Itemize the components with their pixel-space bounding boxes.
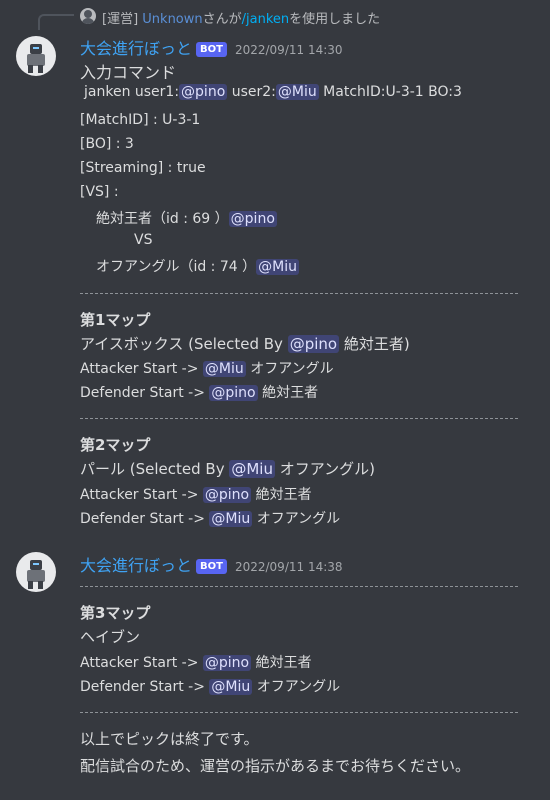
- attacker-team: 絶対王者: [251, 487, 312, 503]
- attacker-label: Attacker Start ->: [80, 655, 203, 671]
- defender-team: 絶対王者: [257, 385, 319, 401]
- map2-team: オフアングル): [274, 460, 376, 478]
- input-label: 入力コマンド: [80, 63, 177, 82]
- end-message-2: 配信試合のため、運営の指示があるまでお待ちください。: [80, 757, 471, 775]
- robot-leg: [38, 581, 43, 589]
- map2-attacker-line: Attacker Start -> @pino 絶対王者: [80, 484, 312, 504]
- robot-leg: [38, 65, 43, 73]
- reply-text: [運営] Unknownさんが/jankenを使用しました: [102, 8, 380, 27]
- end-message-1: 以上でピックは終了です。: [80, 730, 259, 748]
- streaming-line: [Streaming] : true: [80, 160, 206, 176]
- matchid-line: [MatchID] : U-3-1: [80, 112, 201, 128]
- robot-icon: [30, 44, 42, 54]
- map2-title: 第2マップ: [80, 436, 151, 454]
- vs-label: [VS] :: [80, 184, 119, 200]
- map1-team: 絶対王者): [339, 335, 410, 353]
- bot-avatar[interactable]: [16, 36, 56, 76]
- robot-icon: [30, 560, 42, 570]
- attacker-team: 絶対王者: [251, 655, 312, 671]
- reply-avatar[interactable]: [80, 8, 96, 24]
- separator: [80, 586, 518, 587]
- reply-suffix: を使用しました: [289, 12, 381, 27]
- team1-name: 絶対王者（id : 69 ）: [96, 211, 229, 227]
- command-line: janken user1: @pino user2: @Miu MatchID:U-…: [84, 84, 462, 100]
- mention-miu[interactable]: @Miu: [209, 679, 253, 695]
- defender-label: Defender Start ->: [80, 511, 210, 527]
- bot-badge: BOT: [196, 42, 227, 57]
- mention-miu[interactable]: @Miu: [275, 84, 319, 100]
- attacker-team: オフアングル: [245, 361, 334, 377]
- reply-prefix: [運営]: [102, 12, 143, 27]
- map1-title: 第1マップ: [80, 311, 151, 329]
- map2-name-line: パール (Selected By @Miu オフアングル): [80, 458, 375, 479]
- bo-line: [BO] : 3: [80, 136, 134, 152]
- reply-command[interactable]: /janken: [242, 12, 290, 27]
- mention-miu[interactable]: @Miu: [209, 511, 253, 527]
- mention-pino[interactable]: @pino: [209, 385, 258, 401]
- map3-name: ヘイブン: [80, 628, 141, 646]
- reply-spine: [38, 14, 74, 30]
- map3-title: 第3マップ: [80, 604, 151, 622]
- attacker-label: Attacker Start ->: [80, 487, 203, 503]
- mention-pino[interactable]: @pino: [179, 84, 228, 100]
- command-text: user2:: [227, 84, 276, 100]
- robot-leg: [28, 65, 33, 73]
- defender-label: Defender Start ->: [80, 385, 210, 401]
- team1-line: 絶対王者（id : 69 ） @pino: [96, 208, 277, 228]
- mention-pino[interactable]: @pino: [202, 487, 252, 503]
- reply-user[interactable]: Unknown: [142, 12, 202, 27]
- bot-badge: BOT: [196, 559, 227, 574]
- command-text: janken user1:: [84, 84, 180, 100]
- mention-pino[interactable]: @pino: [202, 655, 252, 671]
- robot-leg: [28, 581, 33, 589]
- mention-pino[interactable]: @pino: [287, 335, 340, 353]
- map1-attacker-line: Attacker Start -> @Miu オフアングル: [80, 358, 334, 378]
- defender-label: Defender Start ->: [80, 679, 210, 695]
- message-header: 大会進行ぼっと BOT 2022/09/11 14:38: [80, 552, 343, 576]
- team2-name: オフアングル（id : 74 ）: [96, 259, 257, 275]
- attacker-label: Attacker Start ->: [80, 361, 203, 377]
- separator: [80, 418, 518, 419]
- mention-miu[interactable]: @Miu: [229, 460, 275, 478]
- mention-miu[interactable]: @Miu: [256, 259, 299, 275]
- mention-pino[interactable]: @pino: [228, 211, 277, 227]
- map1-name-line: アイスボックス (Selected By @pino 絶対王者): [80, 333, 410, 354]
- map1-name: アイスボックス (Selected By: [80, 335, 288, 353]
- map3-attacker-line: Attacker Start -> @pino 絶対王者: [80, 652, 312, 672]
- team2-line: オフアングル（id : 74 ） @Miu: [96, 256, 299, 276]
- map2-name: パール (Selected By: [80, 460, 230, 478]
- defender-team: オフアングル: [252, 679, 341, 695]
- map1-defender-line: Defender Start -> @pino 絶対王者: [80, 382, 318, 402]
- username[interactable]: 大会進行ぼっと: [80, 556, 192, 575]
- defender-team: オフアングル: [252, 511, 341, 527]
- separator: [80, 293, 518, 294]
- separator: [80, 712, 518, 713]
- vs-text: VS: [134, 232, 153, 248]
- reply-middle: さんが: [202, 12, 242, 27]
- reply-context[interactable]: [運営] Unknownさんが/jankenを使用しました: [0, 0, 550, 34]
- username[interactable]: 大会進行ぼっと: [80, 39, 192, 58]
- timestamp[interactable]: 2022/09/11 14:38: [235, 560, 343, 574]
- bot-avatar[interactable]: [16, 552, 56, 592]
- robot-eye: [33, 563, 39, 565]
- map3-defender-line: Defender Start -> @Miu オフアングル: [80, 676, 340, 696]
- mention-miu[interactable]: @Miu: [202, 361, 246, 377]
- timestamp[interactable]: 2022/09/11 14:30: [235, 43, 343, 57]
- message-header: 大会進行ぼっと BOT 2022/09/11 14:30: [80, 35, 343, 59]
- map2-defender-line: Defender Start -> @Miu オフアングル: [80, 508, 340, 528]
- robot-eye: [33, 47, 39, 49]
- command-text: MatchID:U-3-1 BO:3: [318, 84, 462, 100]
